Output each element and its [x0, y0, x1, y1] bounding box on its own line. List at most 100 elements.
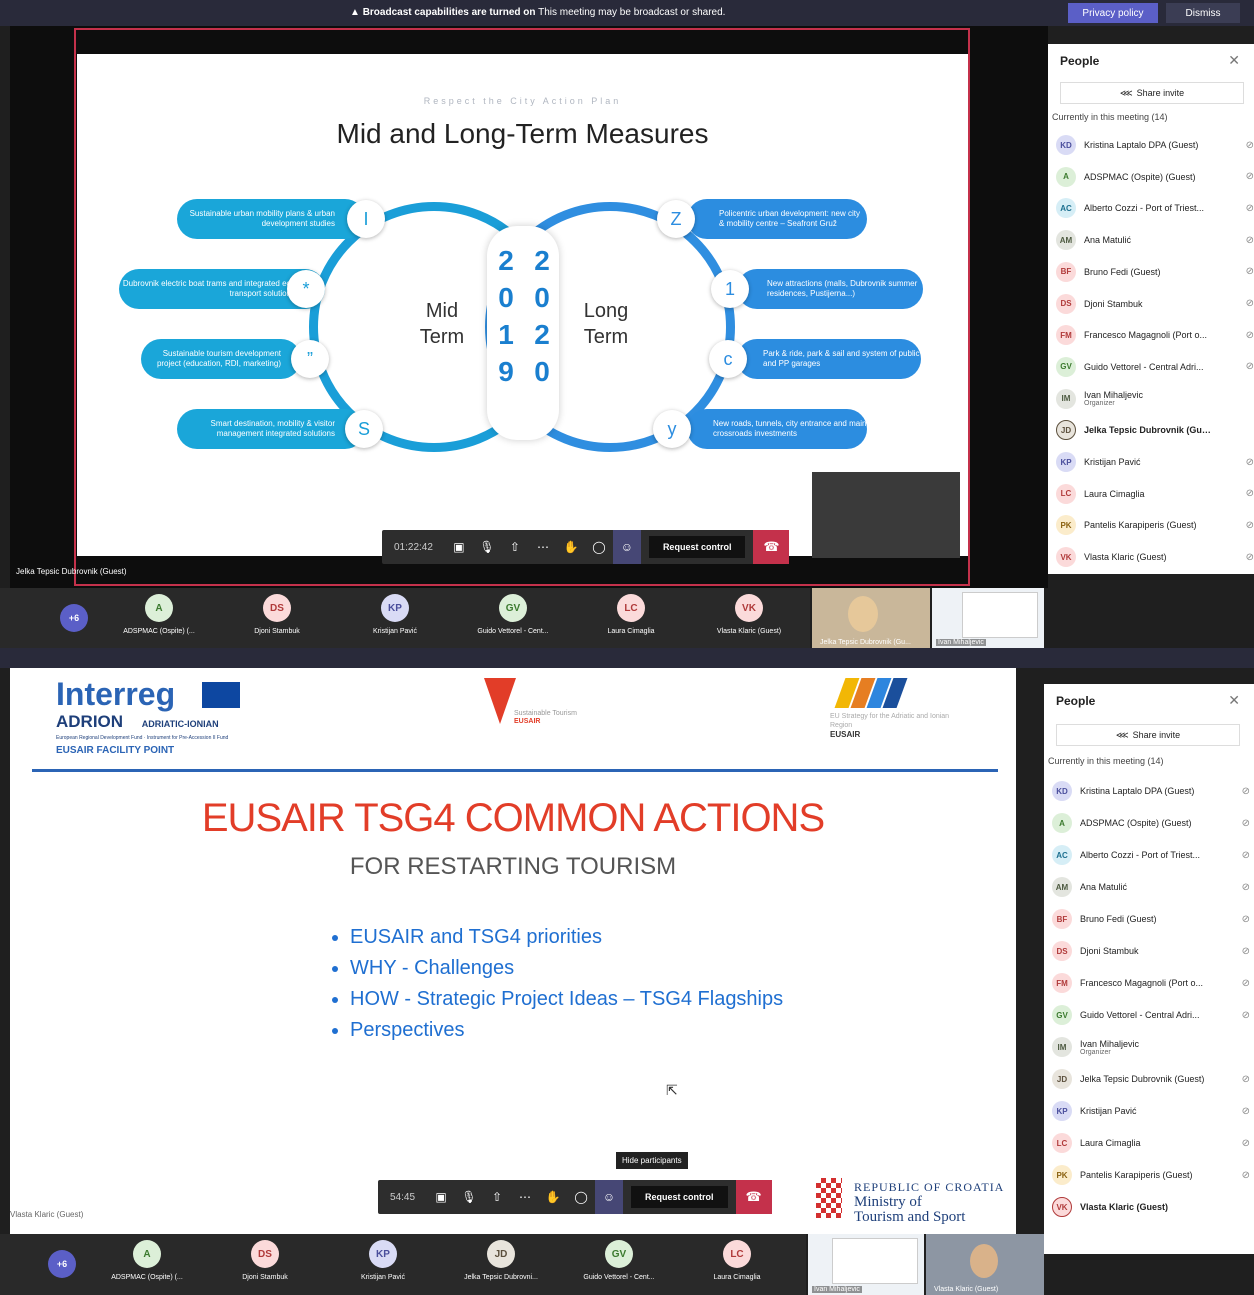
participant-row[interactable]: AM Ana Matulić ⊘ — [1056, 225, 1254, 255]
avatar: GV — [1052, 1005, 1072, 1025]
request-control-button[interactable]: Request control — [648, 536, 746, 558]
letter-icon: Z — [657, 200, 695, 238]
avatar: GV — [1056, 356, 1076, 377]
strip-tile[interactable]: VK Vlasta Klaric (Guest) — [690, 588, 808, 648]
participant-row[interactable]: JD Jelka Tepsic Dubrovnik (Guest) ⊘ — [1052, 1064, 1250, 1094]
participant-name: Kristijan Pavić — [1080, 1106, 1137, 1116]
dismiss-button[interactable]: Dismiss — [1166, 3, 1240, 23]
close-icon[interactable]: ✕ — [1228, 52, 1240, 69]
avatar: JD — [1056, 420, 1076, 441]
participant-row[interactable]: AM Ana Matulić ⊘ — [1052, 872, 1250, 902]
strip-tile[interactable]: GV Guido Vettorel - Cent... — [560, 1234, 678, 1294]
participant-row[interactable]: KD Kristina Laptalo DPA (Guest) ⊘ — [1056, 130, 1254, 160]
chat-icon[interactable]: ◯ — [567, 1180, 595, 1214]
strip-tile[interactable]: DS Djoni Stambuk — [218, 588, 336, 648]
mic-muted-icon: ⊘ — [1245, 139, 1254, 151]
mic-muted-icon: ⊘ — [1241, 945, 1250, 957]
camera-off-icon[interactable]: ▣ — [427, 1180, 455, 1214]
strip-tile[interactable]: GV Guido Vettorel - Cent... — [454, 588, 572, 648]
avatar: DS — [1052, 941, 1072, 961]
participant-row[interactable]: AC Alberto Cozzi - Port of Triest... ⊘ — [1052, 840, 1250, 870]
participant-strip: +6 A ADSPMAC (Ospite) (... DS Djoni Stambuk… — [0, 588, 810, 648]
avatar: BF — [1052, 909, 1072, 929]
hang-up-icon[interactable]: ☎ — [735, 1180, 772, 1214]
participants-icon[interactable]: ☺ — [612, 530, 641, 564]
participant-row[interactable]: AC Alberto Cozzi - Port of Triest... ⊘ — [1056, 193, 1254, 223]
participant-text: Alberto Cozzi - Port of Triest... — [1080, 850, 1208, 860]
participant-name: Bruno Fedi (Guest) — [1084, 266, 1161, 277]
strip-tile[interactable]: KP Kristijan Pavić — [324, 1234, 442, 1294]
participant-row[interactable]: KP Kristijan Pavić ⊘ — [1056, 447, 1254, 477]
letter-icon: y — [653, 410, 691, 448]
participant-row[interactable]: BF Bruno Fedi (Guest) ⊘ — [1052, 904, 1250, 934]
mic-muted-icon: ⊘ — [1245, 234, 1254, 246]
strip-tile[interactable]: A ADSPMAC (Ospite) (... — [88, 1234, 206, 1294]
mic-off-icon[interactable]: 🎙 — [455, 1180, 483, 1214]
participant-row[interactable]: KP Kristijan Pavić ⊘ — [1052, 1096, 1250, 1126]
participant-text: Vlasta Klaric (Guest) — [1080, 1202, 1208, 1212]
participant-row[interactable]: PK Pantelis Karapiperis (Guest) ⊘ — [1056, 510, 1254, 540]
strip-tile[interactable]: KP Kristijan Pavić — [336, 588, 454, 648]
strip-tile[interactable]: A ADSPMAC (Ospite) (... — [100, 588, 218, 648]
close-icon[interactable]: ✕ — [1228, 692, 1240, 709]
avatar: A — [133, 1240, 161, 1268]
avatar: LC — [1052, 1133, 1072, 1153]
participant-row[interactable]: FM Francesco Magagnoli (Port o... ⊘ — [1052, 968, 1250, 998]
participant-text: Laura Cimaglia — [1084, 489, 1212, 499]
participant-row[interactable]: DS Djoni Stambuk ⊘ — [1056, 289, 1254, 319]
strip-tile[interactable]: LC Laura Cimaglia — [572, 588, 690, 648]
participant-name: Vlasta Klaric (Guest) — [1084, 552, 1167, 563]
share-invite-button[interactable]: ⋘ Share invite — [1056, 724, 1240, 746]
share-invite-label: Share invite — [1132, 730, 1181, 740]
presenter-name: Vlasta Klaric (Guest) — [10, 1210, 84, 1219]
participant-row[interactable]: LC Laura Cimaglia ⊘ — [1052, 1128, 1250, 1158]
privacy-policy-button[interactable]: Privacy policy — [1068, 3, 1158, 23]
more-participants-badge[interactable]: +6 — [60, 604, 88, 632]
participant-video-ivan: Ivan Mihaljevic — [808, 1234, 924, 1295]
mic-muted-icon: ⊘ — [1241, 785, 1250, 797]
participant-row[interactable]: IM Ivan Mihaljevic Organizer — [1052, 1032, 1244, 1062]
slide-subtitle: Respect the City Action Plan — [423, 96, 622, 106]
more-participants-badge[interactable]: +6 — [48, 1250, 76, 1278]
participant-row[interactable]: GV Guido Vettorel - Central Adri... ⊘ — [1056, 352, 1254, 382]
participant-row[interactable]: FM Francesco Magagnoli (Port o... ⊘ — [1056, 320, 1254, 350]
participant-row[interactable]: PK Pantelis Karapiperis (Guest) ⊘ — [1052, 1160, 1250, 1190]
ministry-logo: REPUBLIC OF CROATIA Ministry of Tourism … — [854, 1180, 1004, 1225]
year-digit: 9 — [498, 356, 514, 387]
participant-row[interactable]: GV Guido Vettorel - Central Adri... ⊘ — [1052, 1000, 1250, 1030]
raise-hand-icon[interactable]: ✋ — [557, 530, 585, 564]
participant-row[interactable]: KD Kristina Laptalo DPA (Guest) ⊘ — [1052, 776, 1250, 806]
request-control-button[interactable]: Request control — [631, 1186, 728, 1208]
share-tray-icon[interactable]: ⇧ — [483, 1180, 511, 1214]
hang-up-icon[interactable]: ☎ — [753, 530, 790, 564]
participant-row[interactable]: VK Vlasta Klaric (Guest) ⊘ — [1056, 542, 1254, 572]
camera-off-icon[interactable]: ▣ — [445, 530, 473, 564]
share-invite-button[interactable]: ⋘ Share invite — [1060, 82, 1244, 104]
raise-hand-icon[interactable]: ✋ — [539, 1180, 567, 1214]
more-actions-icon[interactable]: ⋯ — [529, 530, 557, 564]
mic-off-icon[interactable]: 🎙 — [473, 530, 501, 564]
letter-icon: 1 — [711, 270, 749, 308]
participant-row[interactable]: JD Jelka Tepsic Dubrovnik (Guest) — [1056, 415, 1248, 445]
participant-row[interactable]: A ADSPMAC (Ospite) (Guest) ⊘ — [1052, 808, 1250, 838]
participant-row[interactable]: IM Ivan Mihaljevic Organizer — [1056, 384, 1248, 414]
strip-tile[interactable]: DS Djoni Stambuk — [206, 1234, 324, 1294]
participant-row[interactable]: BF Bruno Fedi (Guest) ⊘ — [1056, 257, 1254, 287]
participant-row[interactable]: VK Vlasta Klaric (Guest) — [1052, 1192, 1244, 1222]
croatia-coat-icon — [816, 1178, 842, 1218]
participant-row[interactable]: A ADSPMAC (Ospite) (Guest) ⊘ — [1056, 162, 1254, 192]
avatar: A — [1056, 166, 1076, 187]
sustainable-tourism-logo: Sustainable Tourism EUSAIR — [484, 678, 577, 725]
chat-icon[interactable]: ◯ — [585, 530, 613, 564]
share-tray-icon[interactable]: ⇧ — [501, 530, 529, 564]
participant-text: Kristina Laptalo DPA (Guest) — [1084, 140, 1212, 150]
participant-row[interactable]: LC Laura Cimaglia ⊘ — [1056, 479, 1254, 509]
slide-thumbnail — [832, 1238, 918, 1284]
participant-role: Organizer — [1080, 1048, 1111, 1056]
participant-name: Pantelis Karapiperis (Guest) — [1080, 1170, 1193, 1180]
strip-tile[interactable]: JD Jelka Tepsic Dubrovni... — [442, 1234, 560, 1294]
participants-icon[interactable]: ☺ — [595, 1180, 624, 1214]
participant-row[interactable]: DS Djoni Stambuk ⊘ — [1052, 936, 1250, 966]
more-actions-icon[interactable]: ⋯ — [511, 1180, 539, 1214]
strip-tile[interactable]: LC Laura Cimaglia — [678, 1234, 796, 1294]
